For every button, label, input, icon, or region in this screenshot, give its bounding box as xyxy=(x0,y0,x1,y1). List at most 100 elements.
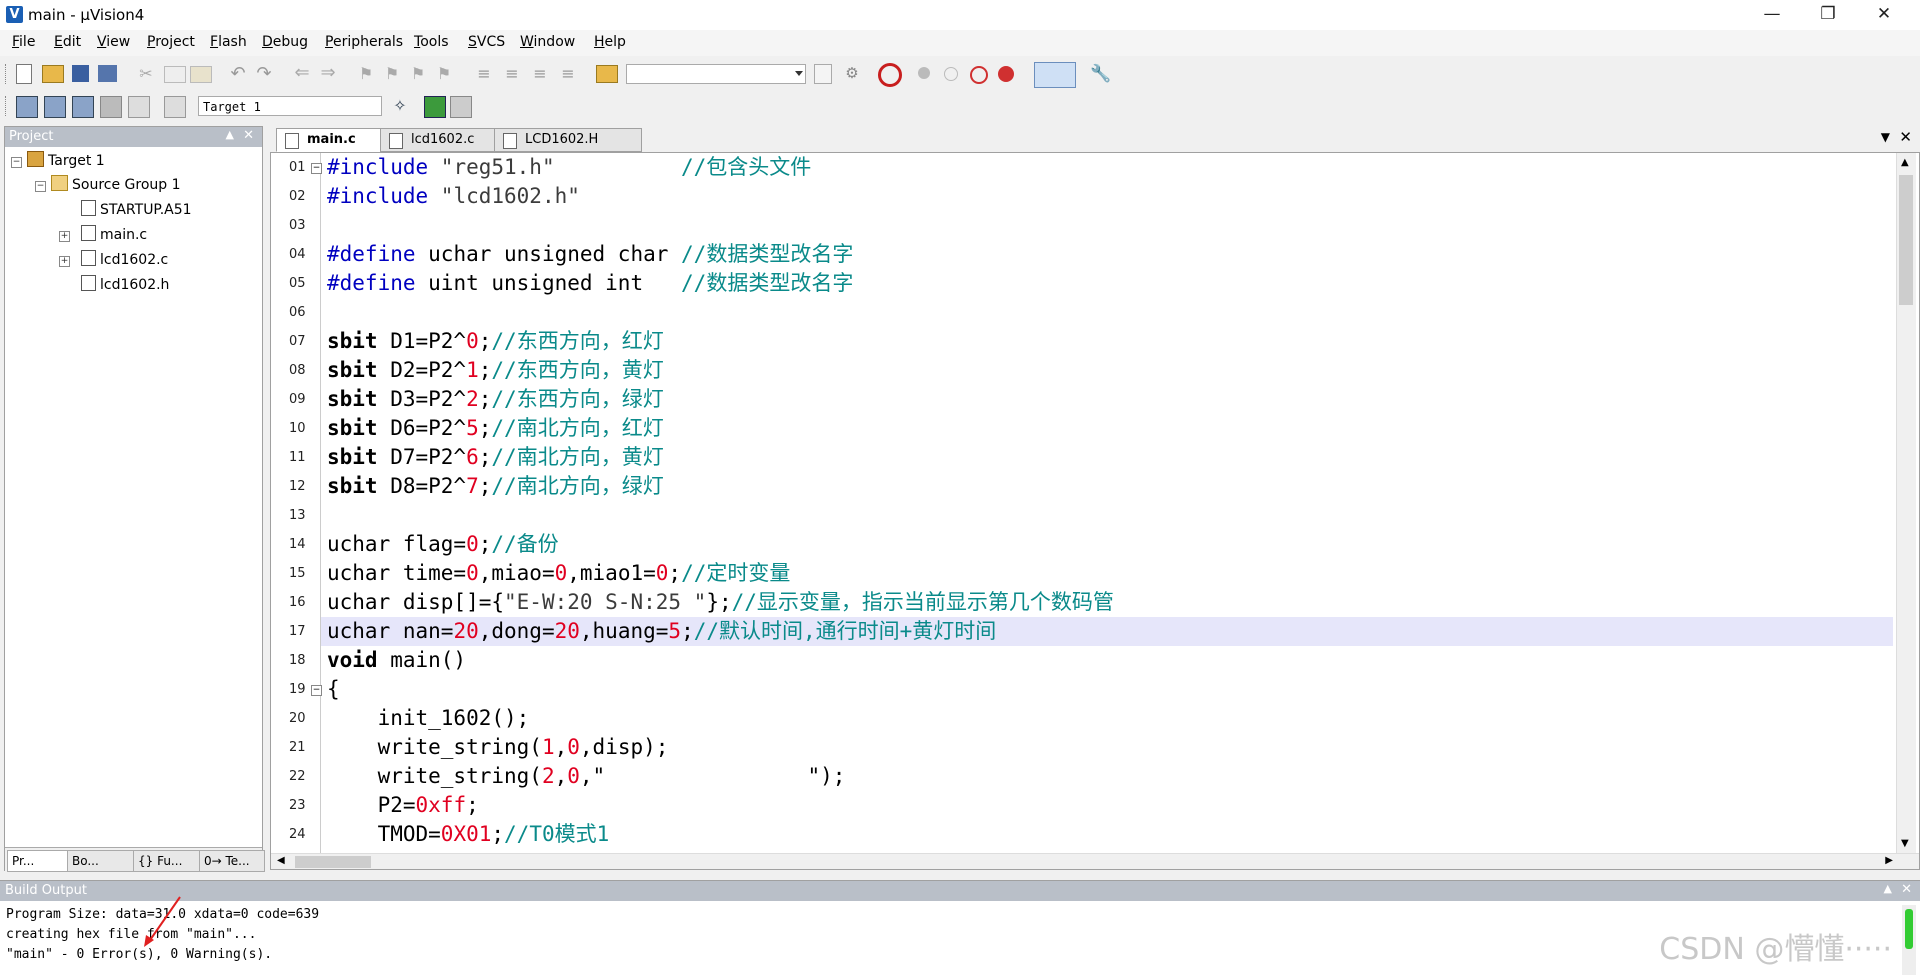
tree-file-lcd1602-c[interactable]: lcd1602.c xyxy=(81,250,168,270)
navigate-forward-icon[interactable]: ⇒ xyxy=(318,62,338,83)
vertical-scroll-thumb[interactable] xyxy=(1899,175,1913,305)
menu-flash[interactable]: Flash xyxy=(210,34,247,50)
indent-icon[interactable]: ≡ xyxy=(474,64,494,84)
save-all-icon[interactable] xyxy=(98,65,117,82)
menu-debug[interactable]: Debug xyxy=(262,34,308,50)
disable-breakpoints-icon[interactable] xyxy=(970,66,988,84)
build-icon[interactable] xyxy=(44,96,66,118)
code-line[interactable]: #include "reg51.h" //包含头文件 xyxy=(327,153,811,182)
bookmark-prev-icon[interactable]: ⚑ xyxy=(382,64,402,84)
code-line[interactable]: sbit D2=P2^1;//东西方向，黄灯 xyxy=(327,356,664,385)
code-line[interactable]: write_string(2,0," "); xyxy=(327,762,846,791)
code-line[interactable]: sbit D7=P2^6;//南北方向，黄灯 xyxy=(327,443,664,472)
close-tab-icon[interactable]: ✕ xyxy=(1899,128,1912,146)
minimize-button[interactable]: — xyxy=(1744,0,1800,30)
close-button[interactable]: ✕ xyxy=(1856,0,1912,30)
insert-breakpoint-icon[interactable] xyxy=(918,67,930,79)
scroll-right-icon[interactable]: ▶ xyxy=(1885,855,1893,866)
code-line[interactable]: sbit D6=P2^5;//南北方向，红灯 xyxy=(327,414,664,443)
code-line[interactable]: init_1602(); xyxy=(327,704,530,733)
vertical-scrollbar[interactable]: ▲ ▼ xyxy=(1896,153,1916,853)
code-line[interactable]: uchar time=0,miao=0,miao1=0;//定时变量 xyxy=(327,559,790,588)
comment-icon[interactable]: ≡ xyxy=(530,64,550,84)
menu-edit[interactable]: Edit xyxy=(54,34,81,50)
code-line[interactable]: uchar flag=0;//备份 xyxy=(327,530,559,559)
build-pin-icon[interactable]: ▲ xyxy=(1884,882,1892,895)
code-line[interactable]: sbit D1=P2^0;//东西方向，红灯 xyxy=(327,327,664,356)
menu-view[interactable]: View xyxy=(97,34,130,50)
file-extensions-icon[interactable] xyxy=(424,96,446,118)
new-file-icon[interactable] xyxy=(16,64,32,84)
batch-build-icon[interactable] xyxy=(100,96,122,118)
menu-file[interactable]: File xyxy=(12,34,35,50)
find-icon[interactable]: ⚙ xyxy=(842,64,862,84)
code-line[interactable]: write_string(1,0,disp); xyxy=(327,733,669,762)
kill-breakpoints-icon[interactable] xyxy=(998,66,1014,82)
bookmark-clear-icon[interactable]: ⚑ xyxy=(434,64,454,84)
unindent-icon[interactable]: ≡ xyxy=(502,64,522,84)
paste-icon[interactable] xyxy=(190,66,212,83)
fold-toggle[interactable]: − xyxy=(311,685,322,696)
toolbar-grip[interactable] xyxy=(5,96,9,116)
download-icon[interactable] xyxy=(164,96,186,118)
code-line[interactable]: #define uchar unsigned char //数据类型改名字 xyxy=(327,240,853,269)
code-line[interactable]: sbit D8=P2^7;//南北方向，绿灯 xyxy=(327,472,664,501)
menu-help[interactable]: Help xyxy=(594,34,626,50)
menu-window[interactable]: Window xyxy=(520,34,575,50)
translate-icon[interactable] xyxy=(16,96,38,118)
menu-svcs[interactable]: SVCS xyxy=(468,34,505,50)
find-in-files-icon[interactable] xyxy=(596,65,618,83)
tab-books[interactable]: Bo... xyxy=(67,850,135,872)
code-line[interactable]: { xyxy=(327,675,340,704)
target-options-icon[interactable]: ✧ xyxy=(390,96,410,116)
menu-tools[interactable]: Tools xyxy=(414,34,449,50)
fold-toggle[interactable]: − xyxy=(311,163,322,174)
tree-file-lcd1602-h[interactable]: lcd1602.h xyxy=(81,275,169,295)
code-line[interactable]: uchar nan=20,dong=20,huang=5;//默认时间,通行时间… xyxy=(327,617,996,646)
rebuild-icon[interactable] xyxy=(72,96,94,118)
navigate-back-icon[interactable]: ⇐ xyxy=(292,62,312,83)
tree-file-startup[interactable]: STARTUP.A51 xyxy=(81,200,192,220)
horizontal-scrollbar[interactable]: ◀ ▶ xyxy=(271,853,1919,869)
code-line[interactable]: #define uint unsigned int //数据类型改名字 xyxy=(327,269,853,298)
manage-components-icon[interactable] xyxy=(450,96,472,118)
build-scroll-thumb[interactable] xyxy=(1905,909,1913,949)
tab-list-icon[interactable]: ▼ xyxy=(1881,130,1890,144)
scroll-down-icon[interactable]: ▼ xyxy=(1901,838,1909,849)
code-line[interactable]: void main() xyxy=(327,646,466,675)
tab-lcd1602-h[interactable]: LCD1602.H xyxy=(494,128,642,152)
code-line[interactable]: P2=0xff; xyxy=(327,791,479,820)
target-collapse-toggle[interactable]: − xyxy=(11,157,22,168)
copy-icon[interactable] xyxy=(164,66,186,83)
tree-file-main-c[interactable]: main.c xyxy=(81,225,147,245)
bookmark-toggle-icon[interactable]: ⚑ xyxy=(356,64,376,84)
configure-icon[interactable]: 🔧 xyxy=(1090,64,1111,84)
code-line[interactable]: #include "lcd1602.h" xyxy=(327,182,580,211)
code-line[interactable]: uchar disp[]={"E-W:20 S-N:25 "};//显示变量，指… xyxy=(327,588,1114,617)
horizontal-scroll-thumb[interactable] xyxy=(295,856,371,868)
menu-project[interactable]: Project xyxy=(147,34,195,50)
open-file-icon[interactable] xyxy=(42,65,64,83)
tab-project[interactable]: Pr... xyxy=(7,850,69,872)
build-close-icon[interactable]: ✕ xyxy=(1901,882,1912,897)
incremental-find-icon[interactable] xyxy=(814,64,832,84)
main-c-expand-toggle[interactable]: + xyxy=(59,231,70,242)
group-collapse-toggle[interactable]: − xyxy=(35,181,46,192)
scroll-left-icon[interactable]: ◀ xyxy=(277,855,285,866)
build-vertical-scrollbar[interactable] xyxy=(1902,905,1916,975)
code-line[interactable]: TMOD=0X01;//T0模式1 xyxy=(327,820,610,849)
tree-target[interactable]: Target 1 xyxy=(27,151,105,171)
tab-templates[interactable]: 0→ Te... xyxy=(199,850,265,872)
enable-breakpoint-icon[interactable] xyxy=(944,67,958,81)
undo-icon[interactable]: ↶ xyxy=(228,63,248,84)
target-select[interactable]: Target 1 xyxy=(198,96,382,116)
redo-icon[interactable]: ↷ xyxy=(254,63,274,84)
tree-source-group[interactable]: Source Group 1 xyxy=(51,175,181,195)
toolbar-grip[interactable] xyxy=(5,64,9,84)
window-layout-dropdown[interactable] xyxy=(1034,62,1076,88)
uncomment-icon[interactable]: ≡ xyxy=(558,64,578,84)
cut-icon[interactable]: ✂ xyxy=(136,64,156,84)
restore-button[interactable]: ❐ xyxy=(1800,0,1856,30)
tab-functions[interactable]: {} Fu... xyxy=(133,850,201,872)
bookmark-next-icon[interactable]: ⚑ xyxy=(408,64,428,84)
